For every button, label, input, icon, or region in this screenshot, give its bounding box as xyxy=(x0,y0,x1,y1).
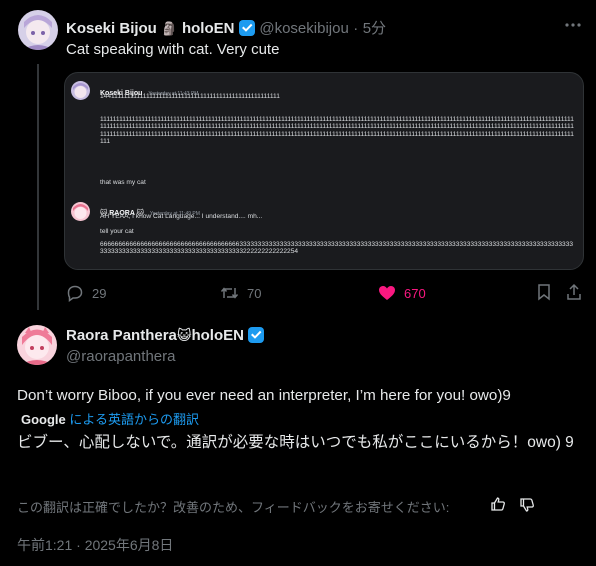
repost-button[interactable]: 70 xyxy=(220,284,261,302)
discord-msg1-block: 1111111111111111111111111111111111111111… xyxy=(100,116,574,145)
author-name[interactable]: Koseki Bijou xyxy=(66,20,157,37)
repost-icon xyxy=(220,284,239,302)
discord-msg2-line1: AH YEAA, I know Cat Language... I unders… xyxy=(100,213,263,220)
author-name[interactable]: Raora Panthera xyxy=(66,327,177,344)
thumbs-down-icon[interactable] xyxy=(519,497,535,518)
thread-line xyxy=(37,64,39,310)
reply-count: 29 xyxy=(92,285,107,301)
embedded-image[interactable]: Koseki Bijou Yesterday at 11:43 PM 144111… xyxy=(64,72,584,270)
translation-feedback-prompt: この翻訳は正確でしたか？改善のため、フィードバックをお寄せください: xyxy=(17,500,450,515)
thumbs-up-icon[interactable] xyxy=(490,496,506,517)
translation-link[interactable]: による英語からの翻訳 xyxy=(69,412,199,427)
separator: · xyxy=(353,20,359,37)
reply-icon xyxy=(66,284,84,302)
discord-msg2-line3: 6666666666666666666666666666666666666633… xyxy=(100,241,574,256)
like-count: 670 xyxy=(404,285,426,301)
author-emoji: 🗿 xyxy=(161,21,178,36)
bijou-avatar[interactable] xyxy=(18,10,58,50)
google-logo: Google xyxy=(21,412,66,427)
discord-avatar-bijou xyxy=(71,81,90,100)
verified-icon xyxy=(248,327,265,348)
discord-avatar-raora xyxy=(71,202,90,221)
reply-button[interactable]: 29 xyxy=(66,284,106,302)
post-text: Don’t worry Biboo, if you ever need an i… xyxy=(17,387,511,404)
translation-attribution: Google による英語からの翻訳 xyxy=(21,409,199,428)
bijou-header: Koseki Bijou 🗿 holoEN @kosekibijou · 5分 xyxy=(66,17,386,41)
like-button[interactable]: 670 xyxy=(378,284,426,302)
author-suffix[interactable]: holoEN xyxy=(182,20,235,37)
post-time[interactable]: 5分 xyxy=(363,20,386,37)
author-suffix[interactable]: holoEN xyxy=(191,327,244,344)
repost-count: 70 xyxy=(247,285,262,301)
translated-text: ビブー、心配しないで。通訳が必要な時はいつでも私がここにいるから！owo) 9 xyxy=(17,434,574,451)
discord-msg2-line2: tell your cat xyxy=(100,228,134,235)
raora-avatar[interactable] xyxy=(17,325,57,365)
author-emoji: 😺 xyxy=(176,327,192,343)
bookmark-icon[interactable] xyxy=(535,283,553,306)
raora-header: Raora Panthera😺holoEN xyxy=(66,327,265,348)
author-handle[interactable]: @kosekibijou xyxy=(259,20,348,37)
verified-icon xyxy=(238,20,255,41)
like-icon xyxy=(378,284,396,302)
more-icon[interactable] xyxy=(564,16,582,39)
share-icon[interactable] xyxy=(565,283,583,306)
post-timestamp[interactable]: 午前1:21 · 2025年6月8日 xyxy=(17,535,173,555)
author-handle[interactable]: @raorapanthera xyxy=(66,348,175,365)
discord-msg1-footer: that was my cat xyxy=(100,179,146,186)
post-text: Cat speaking with cat. Very cute xyxy=(66,41,280,58)
discord-msg1-line1: 1441111111111111111111111111111111111111… xyxy=(100,93,280,100)
